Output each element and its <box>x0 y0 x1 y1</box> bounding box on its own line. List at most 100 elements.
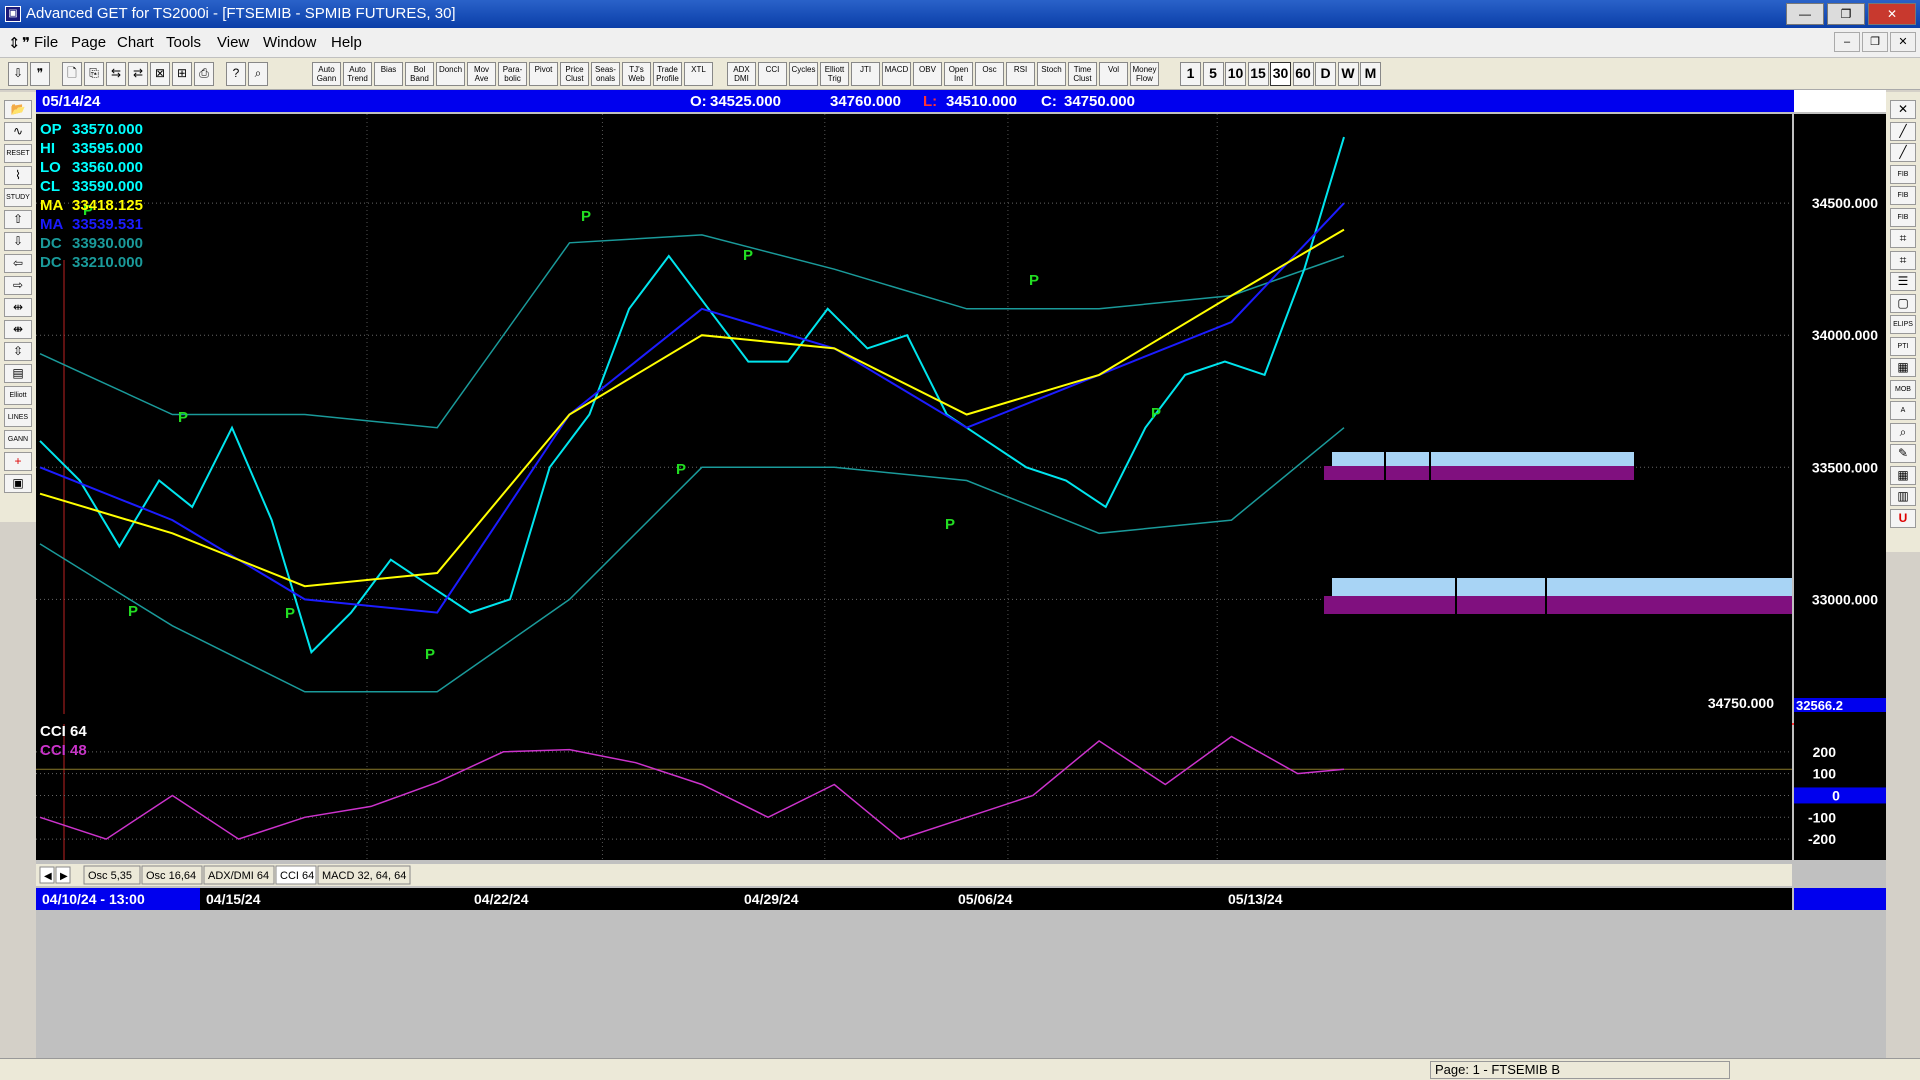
minimize-button[interactable]: — <box>1786 3 1824 25</box>
left-tool-7[interactable]: ⇦ <box>4 254 32 273</box>
right-tool-0[interactable]: ✕ <box>1890 100 1916 119</box>
chart-area[interactable]: 05/14/24 O: 34525.000 34760.000 L: 34510.000 C… <box>36 90 1886 1058</box>
price-panel[interactable] <box>36 114 1792 722</box>
left-tool-6[interactable]: ⇩ <box>4 232 32 251</box>
toolbar-icon-9[interactable]: ? <box>226 62 246 86</box>
mdi-close-button[interactable]: ✕ <box>1890 32 1916 52</box>
right-tool-18[interactable]: ▥ <box>1890 487 1916 506</box>
study-button-15[interactable]: Cycles <box>789 62 818 86</box>
study-button-18[interactable]: MACD <box>882 62 911 86</box>
menu-window[interactable]: Window <box>263 34 316 51</box>
study-button-23[interactable]: Stoch <box>1037 62 1066 86</box>
interval-button-15[interactable]: 15 <box>1247 62 1269 86</box>
study-button-10[interactable]: TJ's Web <box>622 62 651 86</box>
left-tool-11[interactable]: ⇳ <box>4 342 32 361</box>
maximize-button[interactable]: ❐ <box>1827 3 1865 25</box>
study-button-3[interactable]: Bol Band <box>405 62 434 86</box>
right-tool-10[interactable]: ELIPS <box>1890 315 1916 334</box>
interval-button-60[interactable]: 60 <box>1292 62 1314 86</box>
right-tool-3[interactable]: FIB RET <box>1890 164 1916 184</box>
right-tool-8[interactable]: ☰ <box>1890 272 1916 291</box>
left-tool-17[interactable]: ▣ <box>4 474 32 493</box>
study-button-22[interactable]: RSI <box>1006 62 1035 86</box>
interval-button-W[interactable]: W <box>1337 62 1359 86</box>
menu-help[interactable]: Help <box>331 34 362 51</box>
left-tool-16[interactable]: + <box>4 452 32 471</box>
left-tool-4[interactable]: STUDY <box>4 188 32 207</box>
study-button-17[interactable]: JTI <box>851 62 880 86</box>
toolbar-icon-10[interactable]: ⌕ <box>248 62 268 86</box>
interval-button-5[interactable]: 5 <box>1202 62 1224 86</box>
study-button-24[interactable]: Time Clust <box>1068 62 1097 86</box>
interval-button-10[interactable]: 10 <box>1225 62 1246 86</box>
window-titlebar[interactable]: ▣ Advanced GET for TS2000i - [FTSEMIB - … <box>0 0 1920 28</box>
right-tool-11[interactable]: PTI <box>1890 336 1916 356</box>
right-tool-19[interactable]: U <box>1890 508 1916 528</box>
study-button-21[interactable]: Osc <box>975 62 1004 86</box>
menu-chart[interactable]: Chart <box>117 34 154 51</box>
study-button-16[interactable]: Elliott Trig <box>820 62 849 86</box>
study-button-0[interactable]: Auto Gann <box>312 62 341 86</box>
interval-button-D[interactable]: D <box>1315 62 1336 86</box>
toolbar-icon-3[interactable]: ⎘ <box>84 62 104 86</box>
menu-page[interactable]: Page <box>71 34 106 51</box>
toolbar-icon-8[interactable]: ⎙ <box>194 62 214 86</box>
study-button-2[interactable]: Bias <box>374 62 403 86</box>
menu-icon[interactable]: ⇕ <box>8 34 21 52</box>
study-button-6[interactable]: Para-bolic <box>498 62 527 86</box>
left-tool-15[interactable]: GANN <box>4 430 32 449</box>
right-tool-13[interactable]: MOB <box>1890 379 1916 399</box>
left-tool-3[interactable]: ⌇ <box>4 166 32 185</box>
study-button-14[interactable]: CCI <box>758 62 787 86</box>
right-tool-9[interactable]: ▢ <box>1890 293 1916 313</box>
right-tool-5[interactable]: FIB TIME <box>1890 207 1916 227</box>
toolbar-icon-1[interactable]: ❞ <box>30 62 50 86</box>
study-button-5[interactable]: Mov Ave <box>467 62 496 86</box>
right-tool-15[interactable]: ⌕ <box>1890 422 1916 442</box>
menu-file[interactable]: File <box>34 34 58 51</box>
toolbar-icon-6[interactable]: ⊠ <box>150 62 170 86</box>
right-tool-12[interactable]: ▦ <box>1890 358 1916 377</box>
left-tool-9[interactable]: ⇹ <box>4 298 32 317</box>
menu-view[interactable]: View <box>217 34 249 51</box>
study-button-13[interactable]: ADX DMI <box>727 62 756 86</box>
left-tool-0[interactable]: 📂 <box>4 100 32 119</box>
left-tool-13[interactable]: Elliott <box>4 386 32 405</box>
mdi-minimize-button[interactable]: – <box>1834 32 1860 52</box>
menu-tools[interactable]: Tools <box>166 34 201 51</box>
study-button-9[interactable]: Seas-onals <box>591 62 620 86</box>
toolbar-icon-4[interactable]: ⇆ <box>106 62 126 86</box>
right-tool-1[interactable]: ╱ <box>1890 121 1916 141</box>
toolbar-icon-7[interactable]: ⊞ <box>172 62 192 86</box>
interval-button-1[interactable]: 1 <box>1180 62 1201 86</box>
left-tool-10[interactable]: ⇼ <box>4 320 32 339</box>
left-tool-5[interactable]: ⇧ <box>4 210 32 229</box>
close-button[interactable]: ✕ <box>1868 3 1916 25</box>
left-tool-1[interactable]: ∿ <box>4 122 32 141</box>
left-tool-2[interactable]: RESET <box>4 144 32 163</box>
right-tool-7[interactable]: ⌗ <box>1890 250 1916 270</box>
mdi-restore-button[interactable]: ❐ <box>1862 32 1888 52</box>
right-tool-2[interactable]: ╱ <box>1890 143 1916 162</box>
interval-button-M[interactable]: M <box>1360 62 1381 86</box>
menu-icon-2[interactable]: ❞ <box>22 34 30 52</box>
right-tool-4[interactable]: FIB EXT <box>1890 186 1916 205</box>
study-button-20[interactable]: Open Int <box>944 62 973 86</box>
left-tool-8[interactable]: ⇨ <box>4 276 32 295</box>
right-tool-14[interactable]: A <box>1890 401 1916 420</box>
right-tool-6[interactable]: ⌗ <box>1890 229 1916 248</box>
study-button-12[interactable]: XTL <box>684 62 713 86</box>
study-button-26[interactable]: Money Flow <box>1130 62 1159 86</box>
toolbar-icon-5[interactable]: ⇄ <box>128 62 148 86</box>
interval-button-30[interactable]: 30 <box>1270 62 1291 86</box>
study-button-19[interactable]: OBV <box>913 62 942 86</box>
study-button-7[interactable]: Pivot <box>529 62 558 86</box>
left-tool-12[interactable]: ▤ <box>4 364 32 383</box>
study-button-25[interactable]: Vol <box>1099 62 1128 86</box>
toolbar-icon-2[interactable]: 🗋 <box>62 62 82 86</box>
study-button-4[interactable]: Donch <box>436 62 465 86</box>
study-button-8[interactable]: Price Clust <box>560 62 589 86</box>
right-tool-16[interactable]: ✎ <box>1890 444 1916 463</box>
toolbar-icon-0[interactable]: ⇩ <box>8 62 28 86</box>
left-tool-14[interactable]: LINES <box>4 408 32 427</box>
